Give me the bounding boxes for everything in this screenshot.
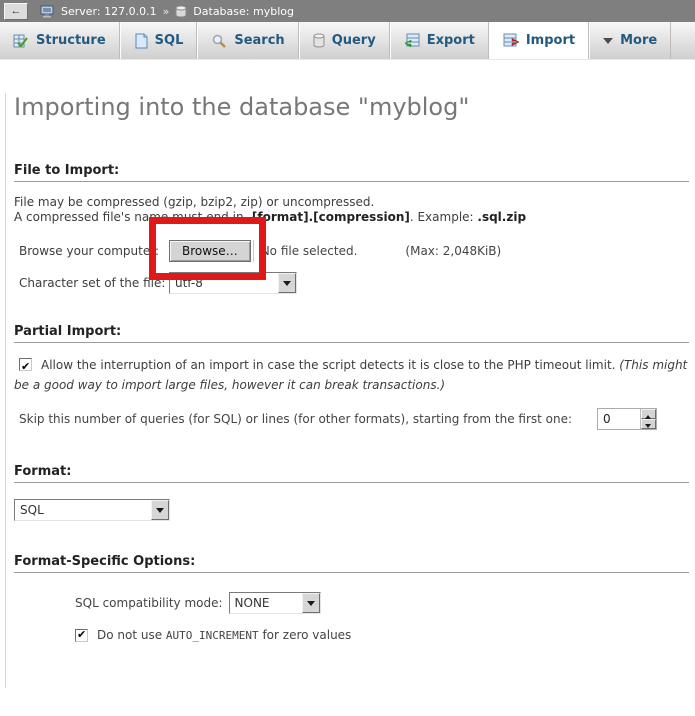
- naming-example-label: . Example:: [410, 210, 478, 224]
- charset-value: utf-8: [175, 276, 203, 290]
- naming-example: .sql.zip: [477, 210, 526, 224]
- auto-increment-row: Do not use AUTO_INCREMENT for zero value…: [75, 628, 689, 642]
- tab-structure[interactable]: Structure: [0, 22, 120, 59]
- section-heading-format: Format:: [14, 464, 689, 483]
- auto-increment-label-post: for zero values: [259, 628, 352, 642]
- back-arrow-button[interactable]: ←: [4, 3, 28, 20]
- database-icon: [175, 5, 187, 18]
- breadcrumb-separator: »: [163, 5, 170, 18]
- tab-import[interactable]: Import: [489, 22, 589, 59]
- file-import-note: File may be compressed (gzip, bzip2, zip…: [14, 195, 689, 225]
- sql-compat-label: SQL compatibility mode:: [75, 596, 223, 610]
- tab-label: SQL: [155, 33, 184, 48]
- sql-icon: [134, 33, 148, 49]
- skip-label: Skip this number of queries (for SQL) or…: [19, 412, 572, 426]
- charset-select[interactable]: utf-8: [169, 272, 297, 294]
- tab-more[interactable]: More: [589, 22, 671, 59]
- charset-label: Character set of the file:: [19, 276, 169, 290]
- query-icon: [313, 33, 325, 48]
- skip-queries-input[interactable]: 0: [597, 408, 657, 430]
- allow-interrupt-label: Allow the interruption of an import in c…: [41, 358, 619, 372]
- skip-queries-value: 0: [598, 409, 640, 429]
- section-heading-format-options: Format-Specific Options:: [14, 554, 689, 573]
- browse-label: Browse your computer:: [19, 244, 169, 258]
- sql-compat-row: SQL compatibility mode: NONE: [75, 592, 689, 614]
- allow-interrupt-checkbox[interactable]: [19, 358, 32, 371]
- skip-row: Skip this number of queries (for SQL) or…: [14, 408, 689, 430]
- auto-increment-keyword: AUTO_INCREMENT: [166, 629, 259, 642]
- structure-icon: [13, 33, 29, 49]
- dropdown-arrow-icon[interactable]: [151, 500, 169, 520]
- max-size-text: (Max: 2,048KiB): [405, 244, 501, 258]
- import-page: Importing into the database "myblog" Fil…: [5, 93, 695, 688]
- tab-bar: Structure SQL Search Query Export Import…: [0, 22, 695, 60]
- page-title: Importing into the database "myblog": [14, 93, 689, 121]
- tab-export[interactable]: Export: [390, 22, 489, 59]
- dropdown-arrow-icon[interactable]: [278, 273, 296, 293]
- spinner-down-icon[interactable]: [641, 419, 656, 429]
- tab-label: Import: [526, 33, 575, 48]
- sql-compat-select[interactable]: NONE: [229, 592, 321, 614]
- charset-row: Character set of the file: utf-8: [14, 272, 689, 294]
- allow-interrupt-row: Allow the interruption of an import in c…: [14, 355, 689, 395]
- section-heading-file-to-import: File to Import:: [14, 163, 689, 182]
- tab-query[interactable]: Query: [299, 22, 390, 59]
- tab-search[interactable]: Search: [197, 22, 298, 59]
- topbar: ← Server: 127.0.0.1 » Database: myblog: [0, 0, 695, 22]
- server-breadcrumb[interactable]: Server: 127.0.0.1: [61, 5, 157, 18]
- browse-row: Browse your computer: Browse… No file se…: [14, 240, 689, 262]
- export-icon: [404, 33, 420, 49]
- chevron-down-icon: [603, 38, 613, 49]
- search-icon: [211, 33, 227, 49]
- tab-label: Export: [427, 33, 475, 48]
- naming-pattern: .[format].[compression]: [247, 210, 409, 224]
- compression-note: File may be compressed (gzip, bzip2, zip…: [14, 195, 374, 209]
- browse-button[interactable]: Browse…: [169, 240, 251, 262]
- auto-increment-checkbox[interactable]: [75, 629, 88, 642]
- section-heading-partial-import: Partial Import:: [14, 324, 689, 343]
- spinner: [640, 409, 656, 429]
- file-input-divider: [253, 240, 254, 262]
- tab-label: Query: [332, 33, 376, 48]
- auto-increment-label: Do not use AUTO_INCREMENT for zero value…: [97, 628, 351, 642]
- tab-label: More: [620, 33, 657, 48]
- spinner-up-icon[interactable]: [641, 409, 656, 419]
- sql-compat-value: NONE: [235, 596, 270, 610]
- format-select[interactable]: SQL: [14, 499, 170, 521]
- dropdown-arrow-icon[interactable]: [302, 593, 320, 613]
- database-breadcrumb[interactable]: Database: myblog: [193, 5, 294, 18]
- no-file-text: No file selected.: [261, 244, 358, 258]
- import-icon: [503, 33, 519, 49]
- format-value: SQL: [20, 503, 44, 517]
- tab-label: Search: [234, 33, 284, 48]
- server-icon: [40, 5, 55, 18]
- format-row: SQL: [14, 499, 689, 521]
- tab-sql[interactable]: SQL: [120, 22, 198, 59]
- naming-note: A compressed file's name must end in: [14, 210, 247, 224]
- auto-increment-label-pre: Do not use: [97, 628, 166, 642]
- tab-label: Structure: [36, 33, 106, 48]
